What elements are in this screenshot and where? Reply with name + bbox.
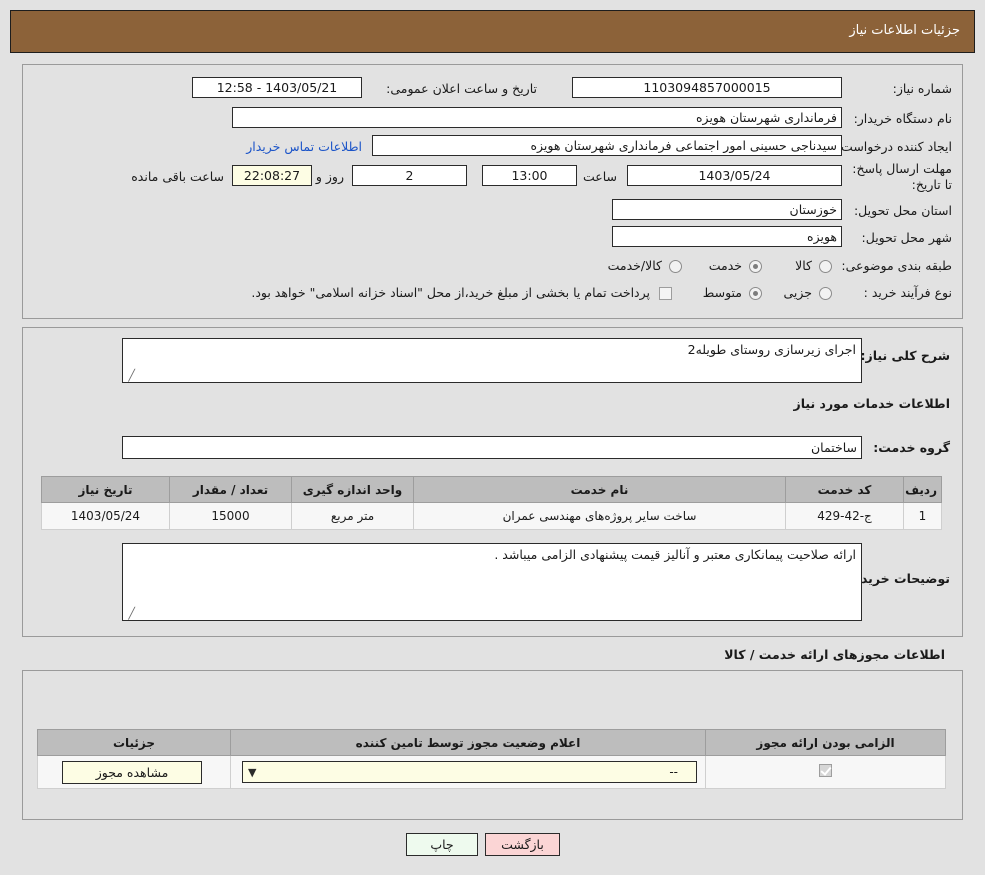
radio-process-jozei-label: جزیی [783, 285, 812, 301]
remaining-days-value: 2 [352, 165, 467, 186]
col-row: ردیف [904, 477, 942, 503]
licenses-section-title: اطلاعات مجوزهای ارائه خدمت / کالا [724, 647, 945, 662]
delivery-city-value: هویزه [612, 226, 842, 247]
cell-license-details: مشاهده مجوز [38, 756, 231, 789]
treasury-bond-note: پرداخت تمام یا بخشی از مبلغ خرید،از محل … [251, 285, 650, 301]
delivery-city-label: شهر محل تحویل: [862, 230, 952, 246]
col-quantity: تعداد / مقدار [170, 477, 292, 503]
license-required-checkbox [819, 764, 832, 777]
purchase-process-label: نوع فرآیند خرید : [864, 285, 952, 301]
page-title: جزئیات اطلاعات نیاز [849, 23, 960, 38]
radio-process-motevasset[interactable] [749, 287, 762, 300]
delivery-province-value: خوزستان [612, 199, 842, 220]
need-details-panel: شرح کلی نیاز: اجرای زیرسازی روستای طویله… [22, 327, 963, 637]
buyer-org-value: فرمانداری شهرستان هویزه [232, 107, 842, 128]
subject-category-label: طبقه بندی موضوعی: [841, 258, 952, 274]
license-status-value: -- [669, 765, 678, 779]
col-license-details: جزئیات [38, 730, 231, 756]
delivery-province-label: استان محل تحویل: [854, 203, 952, 219]
resize-grip-icon[interactable]: ╱ [125, 609, 135, 619]
license-status-select[interactable]: ▼ -- [242, 761, 697, 783]
cell-quantity: 15000 [170, 503, 292, 530]
announce-datetime-value: 1403/05/21 - 12:58 [192, 77, 362, 98]
buyer-org-label: نام دستگاه خریدار: [854, 111, 952, 127]
licenses-panel: الزامی بودن ارائه مجوز اعلام وضعیت مجوز … [22, 670, 963, 820]
cell-row: 1 [904, 503, 942, 530]
resize-grip-icon[interactable]: ╱ [125, 371, 135, 381]
services-table: ردیف کد خدمت نام خدمت واحد اندازه گیری ت… [41, 476, 942, 530]
need-number-value: 1103094857000015 [572, 77, 842, 98]
radio-category-kala-khedmat-label: کالا/خدمت [608, 258, 662, 274]
radio-category-kala-khedmat[interactable] [669, 260, 682, 273]
cell-license-status: ▼ -- [231, 756, 706, 789]
page-root: T nd enaer.net جزئیات اطلاعات نیاز شماره… [0, 0, 985, 875]
table-row: ▼ -- مشاهده مجوز [38, 756, 946, 789]
col-service-name: نام خدمت [414, 477, 786, 503]
response-deadline-label: مهلت ارسال پاسخ: تا تاریخ: [847, 161, 952, 193]
services-table-header-row: ردیف کد خدمت نام خدمت واحد اندازه گیری ت… [42, 477, 942, 503]
radio-process-jozei[interactable] [819, 287, 832, 300]
treasury-bond-checkbox[interactable] [659, 287, 672, 300]
col-service-code: کد خدمت [786, 477, 904, 503]
radio-process-motevasset-label: متوسط [703, 285, 742, 301]
col-unit: واحد اندازه گیری [292, 477, 414, 503]
buyer-notes-textarea[interactable]: ارائه صلاحیت پیمانکاری معتبر و آنالیز قی… [122, 543, 862, 621]
back-button[interactable]: بازگشت [485, 833, 560, 856]
need-description-label: شرح کلی نیاز: [861, 348, 950, 364]
col-license-required: الزامی بودن ارائه مجوز [706, 730, 946, 756]
need-summary-panel: شماره نیاز: 1103094857000015 تاریخ و ساع… [22, 64, 963, 319]
need-description-textarea[interactable]: اجرای زیرسازی روستای طویله2 ╱ [122, 338, 862, 383]
service-group-label: گروه خدمت: [873, 440, 950, 456]
buyer-contact-link[interactable]: اطلاعات تماس خریدار [246, 139, 362, 155]
print-button[interactable]: چاپ [406, 833, 478, 856]
col-need-date: تاریخ نیاز [42, 477, 170, 503]
radio-category-khedmat-label: خدمت [709, 258, 742, 274]
need-description-value: اجرای زیرسازی روستای طویله2 [688, 342, 856, 357]
service-group-value: ساختمان [122, 436, 862, 459]
cell-service-code: ج-42-429 [786, 503, 904, 530]
cell-unit: متر مربع [292, 503, 414, 530]
services-section-title: اطلاعات خدمات مورد نیاز [794, 396, 951, 411]
buyer-notes-value: ارائه صلاحیت پیمانکاری معتبر و آنالیز قی… [494, 547, 856, 562]
radio-category-kala-label: کالا [795, 258, 812, 274]
need-number-label: شماره نیاز: [893, 81, 952, 97]
chevron-down-icon: ▼ [248, 766, 256, 779]
licenses-table-header-row: الزامی بودن ارائه مجوز اعلام وضعیت مجوز … [38, 730, 946, 756]
cell-service-name: ساخت سایر پروژه‌های مهندسی عمران [414, 503, 786, 530]
deadline-date-value: 1403/05/24 [627, 165, 842, 186]
radio-category-khedmat[interactable] [749, 260, 762, 273]
remaining-time-suffix: ساعت باقی مانده [131, 169, 224, 185]
request-creator-label: ایجاد کننده درخواست: [837, 139, 952, 155]
remaining-days-label: روز و [316, 169, 344, 185]
cell-license-required [706, 756, 946, 789]
announce-datetime-label: تاریخ و ساعت اعلان عمومی: [386, 81, 537, 97]
licenses-table: الزامی بودن ارائه مجوز اعلام وضعیت مجوز … [37, 729, 946, 789]
radio-category-kala[interactable] [819, 260, 832, 273]
cell-need-date: 1403/05/24 [42, 503, 170, 530]
deadline-time-label: ساعت [583, 169, 617, 185]
table-row: 1 ج-42-429 ساخت سایر پروژه‌های مهندسی عم… [42, 503, 942, 530]
deadline-time-value: 13:00 [482, 165, 577, 186]
col-license-status: اعلام وضعیت مجوز توسط تامین کننده [231, 730, 706, 756]
remaining-time-value: 22:08:27 [232, 165, 312, 186]
view-license-button[interactable]: مشاهده مجوز [62, 761, 202, 784]
request-creator-value: سیدناجی حسینی امور اجتماعی فرمانداری شهر… [372, 135, 842, 156]
window-title-bar: جزئیات اطلاعات نیاز [10, 10, 975, 53]
